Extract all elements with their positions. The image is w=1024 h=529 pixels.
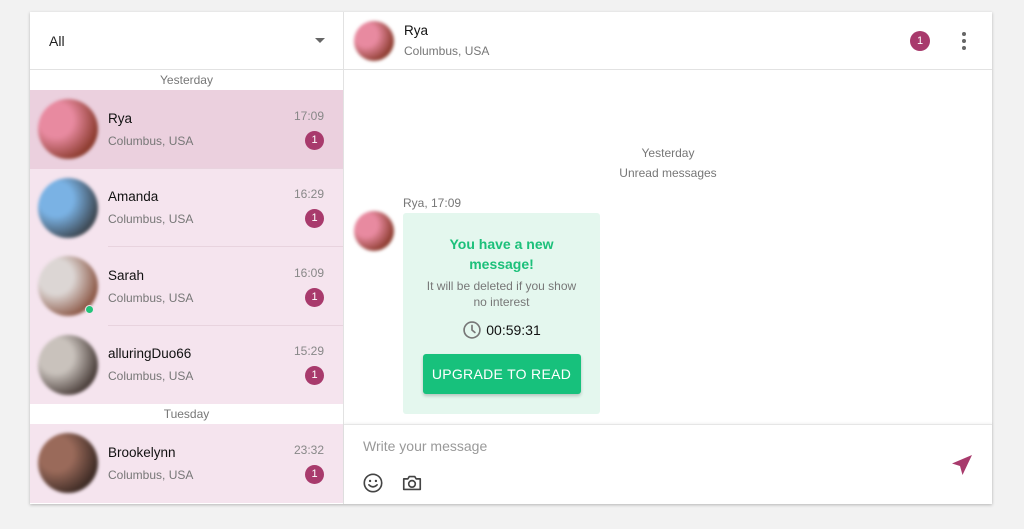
section-label: Yesterday — [30, 70, 343, 90]
clock-icon — [463, 321, 481, 339]
conversation-time: 16:29 — [293, 187, 324, 202]
chat-header: Rya Columbus, USA 1 — [344, 12, 992, 70]
camera-icon[interactable] — [401, 472, 423, 494]
conversation-name: Rya — [108, 110, 133, 126]
sender-avatar — [354, 211, 394, 251]
online-status-icon — [85, 305, 94, 315]
more-options-icon[interactable] — [954, 29, 974, 53]
message-composer — [344, 424, 992, 504]
chat-panel: Rya Columbus, USA 1 Yesterday Unread mes… — [344, 12, 992, 504]
conversation-location: Columbus, USA — [108, 133, 194, 148]
avatar-container — [38, 99, 98, 160]
locked-message-subtitle: It will be deleted if you show no intere… — [426, 279, 577, 309]
conversation-name: Amanda — [108, 189, 159, 205]
avatar — [38, 334, 98, 395]
avatar-container — [38, 256, 98, 317]
conversation-name: Sarah — [108, 267, 145, 283]
avatar — [38, 177, 98, 238]
unread-badge: 1 — [305, 464, 324, 484]
avatar-container — [38, 433, 98, 494]
conversation-location: Columbus, USA — [108, 290, 194, 305]
unread-badge: 1 — [305, 366, 324, 386]
contact-location: Columbus, USA — [404, 44, 490, 58]
unread-badge: 1 — [305, 287, 324, 307]
avatar-container — [38, 177, 98, 238]
conversation-time: 15:29 — [293, 344, 324, 359]
conversation-location: Columbus, USA — [108, 212, 194, 227]
conversation-sidebar: All Yesterday Rya Columbus, USA 17:09 1 — [30, 12, 344, 504]
conversation-location: Columbus, USA — [108, 369, 194, 384]
section-label: Tuesday — [30, 404, 343, 424]
unread-badge: 1 — [910, 30, 930, 51]
emoji-icon[interactable] — [362, 472, 384, 494]
messenger-app: All Yesterday Rya Columbus, USA 17:09 1 — [30, 12, 992, 504]
conversation-item[interactable]: Amanda Columbus, USA 16:29 1 — [30, 168, 343, 247]
conversation-name: alluringDuo66 — [108, 346, 192, 362]
unread-badge: 1 — [305, 130, 324, 150]
conversation-location: Columbus, USA — [108, 467, 194, 482]
conversation-item[interactable]: alluringDuo66 Columbus, USA 15:29 1 — [30, 325, 343, 404]
filter-selected-value: All — [49, 32, 65, 49]
conversation-filter-dropdown[interactable]: All — [30, 12, 343, 70]
avatar — [38, 99, 98, 160]
send-icon[interactable] — [950, 453, 974, 477]
upgrade-to-read-button[interactable]: UPGRADE TO READ — [422, 354, 581, 394]
avatar-container — [38, 334, 98, 395]
avatar — [38, 433, 98, 494]
conversation-item[interactable]: Sarah Columbus, USA 16:09 1 — [30, 247, 343, 326]
day-separator: Yesterday — [641, 146, 695, 160]
message-sender-time: Rya, 17:09 — [403, 196, 462, 210]
countdown-value: 00:59:31 — [486, 322, 541, 338]
unread-separator: Unread messages — [619, 166, 717, 180]
locked-message-bubble: You have a new message! It will be delet… — [403, 213, 600, 414]
conversation-list: Yesterday Rya Columbus, USA 17:09 1 Aman… — [30, 70, 343, 503]
conversation-item[interactable]: Rya Columbus, USA 17:09 1 — [30, 90, 343, 169]
conversation-item[interactable]: Brookelynn Columbus, USA 23:32 1 — [30, 424, 343, 503]
conversation-name: Brookelynn — [108, 444, 176, 460]
conversation-time: 23:32 — [293, 442, 324, 457]
locked-message-title: You have a new message! — [449, 236, 554, 272]
countdown-timer: 00:59:31 — [403, 320, 600, 340]
unread-badge: 1 — [305, 209, 324, 229]
caret-down-icon — [315, 38, 325, 43]
conversation-time: 16:09 — [293, 265, 324, 280]
conversation-time: 17:09 — [293, 108, 324, 123]
contact-avatar[interactable] — [354, 20, 394, 61]
contact-name[interactable]: Rya — [404, 23, 910, 38]
message-input[interactable] — [363, 435, 923, 457]
message-thread: Yesterday Unread messages Rya, 17:09 You… — [344, 70, 992, 424]
